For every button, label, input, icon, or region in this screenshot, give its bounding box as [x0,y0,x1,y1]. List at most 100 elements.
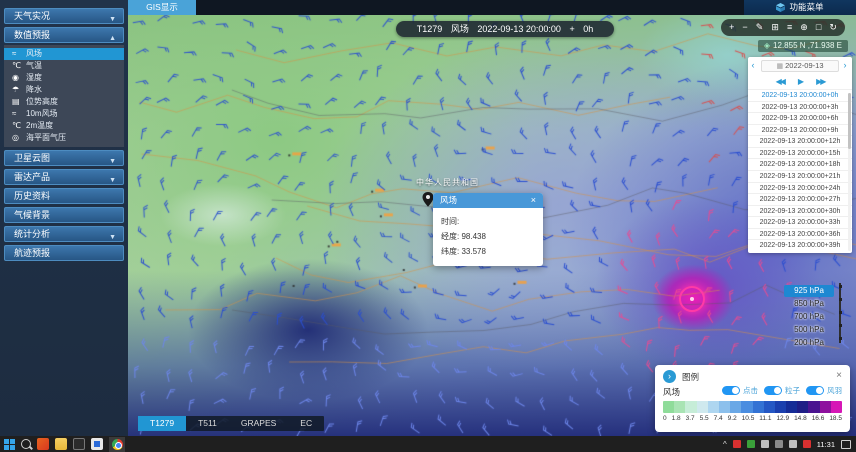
time-step-item[interactable]: 2022-09-13 20:00:00+21h [748,170,852,182]
zoom-in-icon[interactable]: + [729,19,734,36]
sidebar-item-1[interactable]: ℃气温 [4,60,124,72]
model-tab-grapes[interactable]: GRAPES [229,416,288,431]
time-step-item[interactable]: 2022-09-13 20:00:00+15h [748,147,852,159]
time-step-item[interactable]: 2022-09-13 20:00:00+3h [748,101,852,113]
sidebar-section-lower-3[interactable]: 气候背景 [4,207,124,223]
pressure-level-500-hPa[interactable]: 500 hPa [784,319,848,332]
sidebar-item-0[interactable]: ≈风场 [4,48,124,60]
sidebar-section-lower-4[interactable]: 统计分析▼ [4,226,124,242]
clock[interactable]: 11:31 [817,440,835,449]
action-center-icon[interactable] [841,440,851,449]
tray-icon-2[interactable] [775,440,783,448]
popup-time-label: 时间: [441,217,459,226]
sidebar-section-lower-2[interactable]: 历史资料 [4,188,124,204]
tray-expand-icon[interactable]: ^ [723,440,727,449]
search-icon[interactable] [21,439,31,449]
legend-layer-row: 风场 点击粒子风羽 [663,385,842,399]
tray-icon-red[interactable] [733,440,741,448]
taskbar-app-photos[interactable] [91,438,103,450]
typhoon-marker[interactable] [679,286,705,312]
sidebar-item-4[interactable]: ▤位势高度 [4,96,124,108]
taskbar-app-console[interactable] [73,438,85,450]
time-step-item[interactable]: 2022-09-13 20:00:00+27h [748,193,852,205]
tray-icon-1[interactable] [761,440,769,448]
taskbar-app-chrome[interactable] [109,437,125,452]
play-icon[interactable]: ▶ [798,77,802,86]
toggle-label: 点击 [743,385,758,396]
measure-icon[interactable]: ✎ [756,19,764,36]
time-step-item[interactable]: 2022-09-13 20:00:00+6h [748,112,852,124]
pressure-level-925-hPa[interactable]: 925 hPa [784,280,848,293]
sidebar-section-lower-0[interactable]: 卫星云图▼ [4,150,124,166]
sidebar-section-lower-1[interactable]: 雷达产品▼ [4,169,124,185]
sidebar-item-7[interactable]: ◎海平面气压 [4,132,124,144]
time-step-item[interactable]: 2022-09-13 20:00:00+18h [748,158,852,170]
legend-close-icon[interactable]: × [836,370,842,381]
time-step-item[interactable]: 2022-09-13 20:00:00+9h [748,124,852,136]
caret-down-icon: ▼ [109,13,116,27]
temperature-2m-icon: ℃ [12,120,22,132]
globe-icon[interactable]: ⊕ [800,19,808,36]
select-area-icon[interactable]: □ [816,19,821,36]
chrome-icon [112,439,123,450]
sidebar-item-3[interactable]: ☂降水 [4,84,124,96]
tray-icon-green[interactable] [747,440,755,448]
popup-close-icon[interactable]: × [531,193,536,208]
model-tab-t511[interactable]: T511 [186,416,229,431]
time-step-item[interactable]: 2022-09-13 20:00:00+0h [748,89,852,101]
export-icon[interactable]: ⊞ [771,19,779,36]
function-menu-button[interactable]: 功能菜单 [744,0,856,15]
sidebar-item-5[interactable]: ≈10m风场 [4,108,124,120]
zoom-out-icon[interactable]: − [742,19,747,36]
popup-lon-value: 98.438 [461,232,485,241]
time-step-item[interactable]: 2022-09-13 20:00:00+33h [748,216,852,228]
time-step-item[interactable]: 2022-09-13 20:00:00+30h [748,205,852,217]
pressure-level-850-hPa[interactable]: 850 hPa [784,293,848,306]
current-time-display[interactable]: T1279 风场 2022-09-13 20:00:00 + 0h [396,21,614,37]
time-step-item[interactable]: 2022-09-13 20:00:00+36h [748,228,852,240]
taskbar-app-file-explorer[interactable] [55,438,67,450]
popup-lon-label: 经度: [441,232,459,241]
offset-plus: + [569,24,574,34]
gis-map[interactable]: 中华人民共和国 GIS显示 功能菜单 T1279 风场 2022-09-13 2… [128,0,856,436]
date-picker[interactable]: ▦2022-09-13 [761,60,839,72]
country-label: 中华人民共和国 [416,177,479,188]
wind-icon: ≈ [12,48,22,60]
step-back-icon[interactable]: ◀◀ [776,77,784,86]
scrollbar-thumb[interactable] [848,93,851,149]
sidebar-section-lower-5[interactable]: 航迹预报 [4,245,124,261]
time-step-item[interactable]: 2022-09-13 20:00:00+39h [748,239,852,251]
model-tab-t1279[interactable]: T1279 [138,416,186,431]
start-button[interactable] [4,439,15,450]
model-tab-ec[interactable]: EC [288,416,324,431]
toggle-switch[interactable] [722,386,740,395]
toggle-switch[interactable] [764,386,782,395]
layers-icon[interactable]: ≡ [787,19,792,36]
colorbar-segment [730,401,741,413]
pressure-level-dot [839,285,842,288]
pressure-level-200-hPa[interactable]: 200 hPa [784,332,848,345]
sidebar-item-6[interactable]: ℃2m温度 [4,120,124,132]
sidebar-item-2[interactable]: ◉湿度 [4,72,124,84]
colorbar-segment [697,401,708,413]
taskbar-app-browser[interactable] [37,438,49,450]
legend-expand-icon[interactable]: › [663,370,676,383]
next-date-icon[interactable]: › [840,60,850,70]
model-name: T1279 [417,24,443,34]
sidebar-section-0[interactable]: 天气实况▼ [4,8,124,24]
colorbar-segment [797,401,808,413]
toggle-switch[interactable] [806,386,824,395]
caret-down-icon: ▼ [109,155,116,169]
time-list-scrollbar[interactable] [848,93,851,251]
wind-10m-icon: ≈ [12,108,22,120]
sidebar-section-1[interactable]: 数值预报▲ [4,27,124,43]
pressure-level-700-hPa[interactable]: 700 hPa [784,306,848,319]
tab-gis-display[interactable]: GIS显示 [128,0,196,15]
step-forward-icon[interactable]: ▶▶ [816,77,824,86]
prev-date-icon[interactable]: ‹ [748,60,758,70]
reset-icon[interactable]: ↻ [829,19,837,36]
tray-icon-3[interactable] [789,440,797,448]
tray-icon-alert[interactable] [803,440,811,448]
time-step-item[interactable]: 2022-09-13 20:00:00+12h [748,135,852,147]
time-step-item[interactable]: 2022-09-13 20:00:00+24h [748,182,852,194]
